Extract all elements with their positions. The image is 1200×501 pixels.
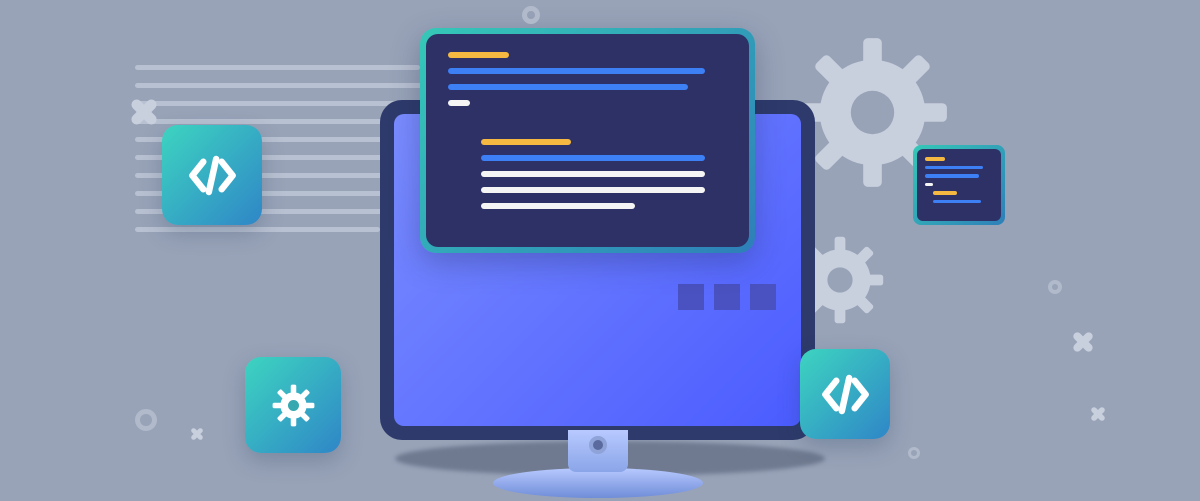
- monitor-button: [589, 436, 607, 454]
- sparkle-icon: [1071, 330, 1095, 354]
- circle-icon: [522, 6, 540, 24]
- sparkle-icon: [128, 96, 159, 127]
- screen-squares: [678, 284, 776, 310]
- illustration: [0, 0, 1200, 501]
- code-lines: [917, 149, 1001, 221]
- gear-icon: [245, 357, 341, 453]
- sparkle-icon: [190, 427, 204, 441]
- circle-icon: [908, 447, 920, 459]
- code-brackets-icon: [800, 349, 890, 439]
- code-window-large: [420, 28, 755, 253]
- code-brackets-icon: [162, 125, 262, 225]
- code-lines: [426, 34, 749, 247]
- monitor-base: [493, 468, 703, 498]
- code-window-small: [913, 145, 1005, 225]
- sparkle-icon: [1090, 406, 1107, 423]
- circle-icon: [135, 409, 157, 431]
- circle-icon: [1048, 280, 1062, 294]
